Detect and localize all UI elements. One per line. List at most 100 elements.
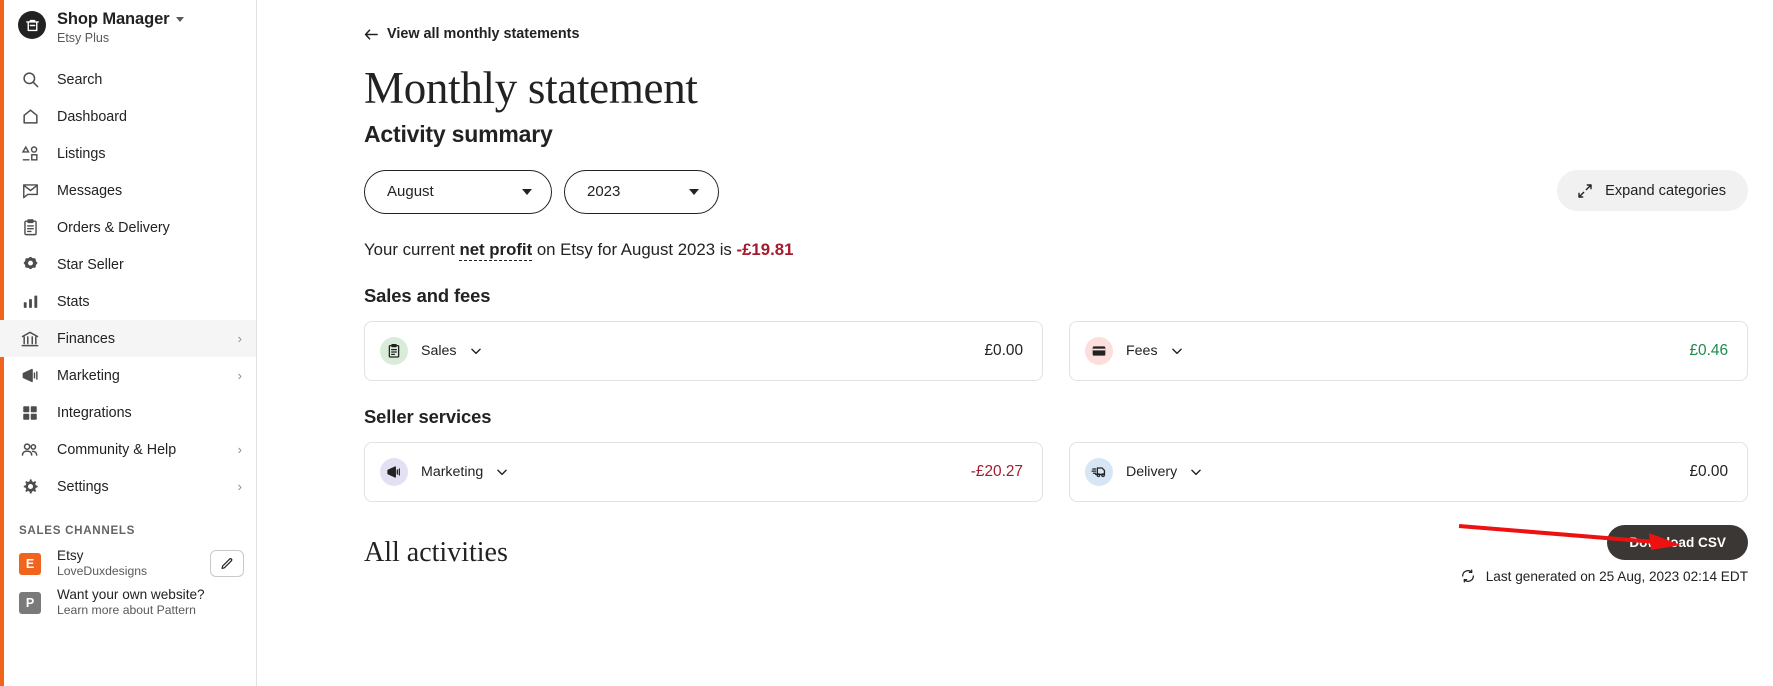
net-profit-term[interactable]: net profit: [459, 239, 533, 261]
sidebar-item-dashboard[interactable]: Dashboard: [0, 98, 256, 135]
sidebar-item-label: Search: [57, 71, 103, 88]
sidebar-item-label: Marketing: [57, 367, 120, 384]
sidebar: Shop Manager Etsy Plus Search Dashboard: [0, 0, 257, 686]
shop-switcher[interactable]: Shop Manager Etsy Plus: [0, 0, 256, 52]
channel-name: Want your own website?: [57, 587, 205, 602]
expand-categories-button[interactable]: Expand categories: [1557, 170, 1748, 211]
sidebar-item-integrations[interactable]: Integrations: [0, 394, 256, 431]
megaphone-icon: [19, 365, 41, 387]
star-badge-icon: [19, 254, 41, 276]
sidebar-item-label: Integrations: [57, 404, 132, 421]
sales-channel-pattern[interactable]: P Want your own website? Learn more abou…: [0, 583, 256, 622]
card-fees[interactable]: Fees £0.46: [1069, 320, 1748, 381]
search-icon: [19, 69, 41, 91]
sidebar-item-label: Dashboard: [57, 108, 127, 125]
year-select[interactable]: 2023: [564, 169, 719, 214]
sales-and-fees-title: Sales and fees: [364, 284, 491, 306]
download-csv-button[interactable]: Download CSV: [1607, 525, 1748, 560]
chevron-down-icon[interactable]: [1189, 465, 1203, 479]
credit-card-icon: [1085, 336, 1113, 365]
chevron-right-icon: ›: [237, 442, 242, 457]
bar-chart-icon: [19, 291, 41, 313]
delivery-truck-icon: [1085, 457, 1113, 486]
card-sales[interactable]: Sales £0.00: [364, 320, 1043, 381]
sidebar-item-community-help[interactable]: Community & Help ›: [0, 431, 256, 468]
back-link-label: View all monthly statements: [387, 26, 580, 42]
card-value: £0.00: [984, 341, 1023, 359]
etsy-badge: E: [19, 552, 41, 575]
sidebar-item-label: Star Seller: [57, 256, 124, 273]
etsy-shop-manager-page: Shop Manager Etsy Plus Search Dashboard: [0, 0, 1773, 686]
sidebar-item-marketing[interactable]: Marketing ›: [0, 357, 256, 394]
caret-down-icon: [522, 188, 532, 195]
page-title: Monthly statement: [364, 62, 698, 113]
sidebar-item-orders-delivery[interactable]: Orders & Delivery: [0, 209, 256, 246]
card-label: Fees: [1126, 342, 1158, 359]
clipboard-icon: [380, 336, 408, 365]
channel-shop-name: LoveDuxdesigns: [57, 564, 148, 578]
chevron-down-icon[interactable]: [469, 344, 483, 358]
chevron-down-icon[interactable]: [495, 465, 509, 479]
year-select-value: 2023: [587, 183, 621, 200]
month-select-value: August: [387, 183, 434, 200]
net-profit-middle: on Etsy for August 2023 is: [532, 239, 737, 259]
chevron-down-icon[interactable]: [1170, 344, 1184, 358]
arrow-left-icon: [364, 28, 378, 40]
pattern-badge: P: [19, 591, 41, 614]
sales-channel-etsy[interactable]: E Etsy LoveDuxdesigns: [0, 544, 256, 583]
sidebar-item-listings[interactable]: Listings: [0, 135, 256, 172]
sidebar-item-finances[interactable]: Finances ›: [0, 320, 256, 357]
card-label: Sales: [421, 342, 457, 359]
sidebar-nav: Search Dashboard Listings Messages Order…: [0, 61, 256, 505]
sidebar-item-search[interactable]: Search: [0, 61, 256, 98]
caret-down-icon[interactable]: [176, 16, 185, 22]
home-icon: [19, 106, 41, 128]
chevron-right-icon: ›: [237, 479, 242, 494]
card-label: Marketing: [421, 463, 484, 480]
grid-icon: [19, 402, 41, 424]
chevron-right-icon: ›: [237, 368, 242, 383]
card-value: £0.46: [1689, 341, 1728, 359]
listings-icon: [19, 143, 41, 165]
sidebar-item-messages[interactable]: Messages: [0, 172, 256, 209]
sidebar-item-label: Orders & Delivery: [57, 219, 170, 236]
seller-services-cards: Marketing -£20.27 Delivery £0.00: [364, 441, 1748, 502]
seller-services-title: Seller services: [364, 405, 492, 427]
net-profit-amount: -£19.81: [736, 239, 794, 259]
card-marketing[interactable]: Marketing -£20.27: [364, 441, 1043, 502]
people-icon: [19, 439, 41, 461]
all-activities-title: All activities: [364, 536, 508, 568]
bank-icon: [19, 328, 41, 350]
caret-down-icon: [689, 188, 699, 195]
sidebar-item-stats[interactable]: Stats: [0, 283, 256, 320]
etsy-shop-icon: [18, 11, 46, 39]
clipboard-icon: [19, 217, 41, 239]
card-value: £0.00: [1689, 462, 1728, 480]
sidebar-item-label: Settings: [57, 478, 109, 495]
sidebar-item-label: Messages: [57, 182, 123, 199]
channel-subtitle: Learn more about Pattern: [57, 603, 196, 617]
sidebar-item-label: Stats: [57, 293, 90, 310]
main-content: View all monthly statements Monthly stat…: [257, 0, 1773, 686]
sidebar-item-label: Finances: [57, 330, 116, 347]
activity-summary-title: Activity summary: [364, 120, 553, 147]
last-generated-text: Last generated on 25 Aug, 2023 02:14 EDT: [1485, 568, 1748, 584]
gear-icon: [19, 476, 41, 498]
chevron-right-icon: ›: [237, 331, 242, 346]
sidebar-item-settings[interactable]: Settings ›: [0, 468, 256, 505]
sales-and-fees-cards: Sales £0.00 Fees £0.46: [364, 320, 1748, 381]
shop-plan: Etsy Plus: [57, 31, 110, 45]
card-label: Delivery: [1126, 463, 1178, 480]
message-icon: [19, 180, 41, 202]
sales-channels-label: SALES CHANNELS: [19, 524, 136, 537]
edit-shop-button[interactable]: [210, 550, 244, 577]
sidebar-item-star-seller[interactable]: Star Seller: [0, 246, 256, 283]
megaphone-icon: [380, 457, 408, 486]
net-profit-prefix: Your current: [364, 239, 460, 259]
back-to-statements-link[interactable]: View all monthly statements: [364, 26, 579, 42]
sidebar-item-label: Community & Help: [57, 441, 177, 458]
card-value: -£20.27: [970, 462, 1023, 480]
card-delivery[interactable]: Delivery £0.00: [1069, 441, 1748, 502]
expand-categories-label: Expand categories: [1605, 182, 1726, 199]
month-select[interactable]: August: [364, 169, 552, 214]
